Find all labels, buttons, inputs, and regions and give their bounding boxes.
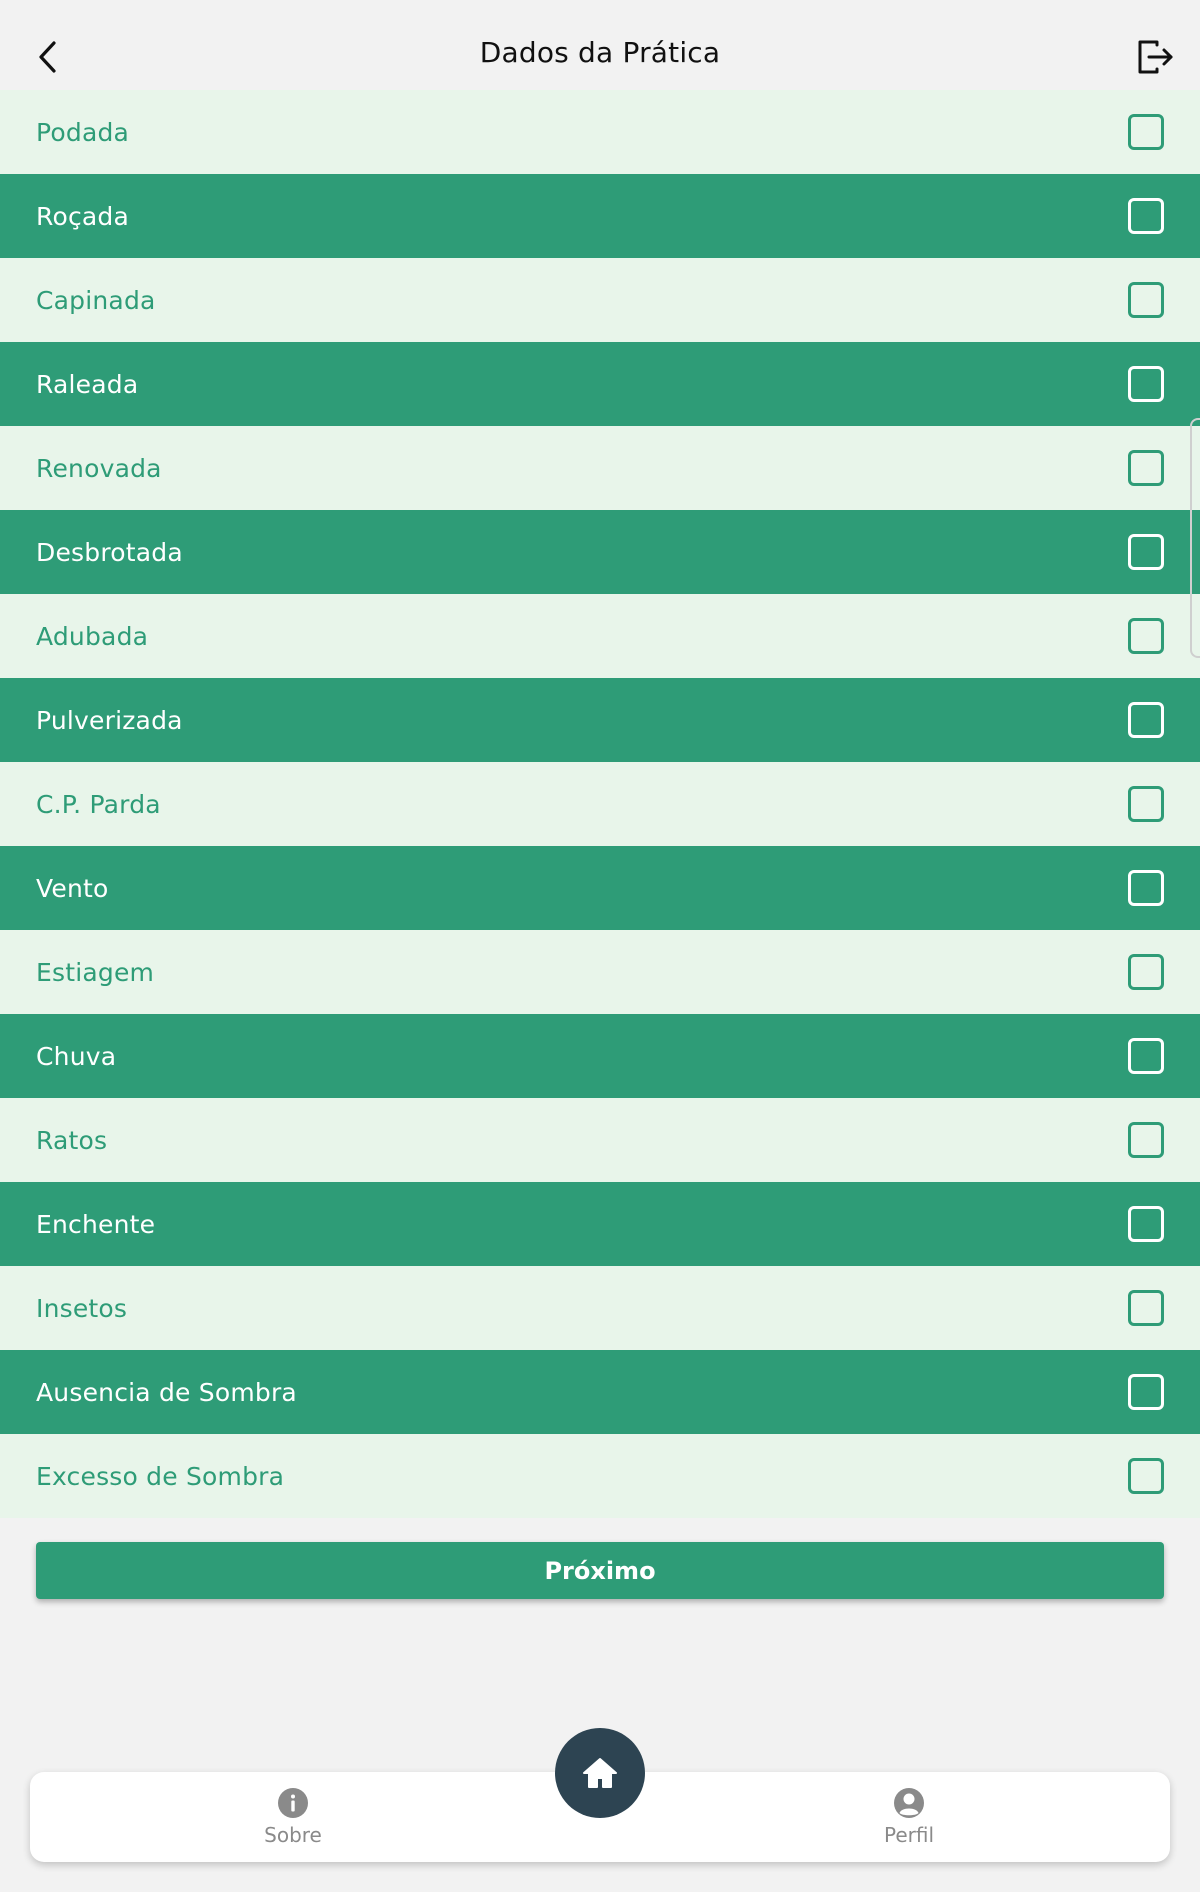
- list-item[interactable]: Capinada: [0, 258, 1200, 342]
- item-label: Capinada: [36, 285, 156, 315]
- list-item[interactable]: C.P. Parda: [0, 762, 1200, 846]
- item-label: Insetos: [36, 1293, 128, 1323]
- list-item[interactable]: Desbrotada: [0, 510, 1200, 594]
- nav-perfil[interactable]: Perfil: [829, 1772, 989, 1862]
- item-label: Desbrotada: [36, 537, 183, 567]
- checkbox[interactable]: [1128, 1458, 1164, 1494]
- checkbox[interactable]: [1128, 366, 1164, 402]
- list-item[interactable]: Vento: [0, 846, 1200, 930]
- checkbox[interactable]: [1128, 198, 1164, 234]
- item-label: Vento: [36, 873, 109, 903]
- home-icon: [583, 1758, 617, 1788]
- item-label: Podada: [36, 117, 130, 147]
- checkbox[interactable]: [1128, 1122, 1164, 1158]
- checkbox[interactable]: [1128, 786, 1164, 822]
- home-button[interactable]: [555, 1728, 645, 1818]
- item-label: Pulverizada: [36, 705, 183, 735]
- checkbox[interactable]: [1128, 702, 1164, 738]
- checkbox[interactable]: [1128, 1206, 1164, 1242]
- list-item[interactable]: Pulverizada: [0, 678, 1200, 762]
- logout-button[interactable]: [1132, 34, 1178, 80]
- info-icon: [278, 1788, 308, 1818]
- item-label: Excesso de Sombra: [36, 1461, 285, 1491]
- list-item[interactable]: Roçada: [0, 174, 1200, 258]
- checkbox[interactable]: [1128, 534, 1164, 570]
- item-label: Adubada: [36, 621, 149, 651]
- checkbox[interactable]: [1128, 114, 1164, 150]
- scrollbar[interactable]: [1190, 418, 1200, 658]
- logout-icon: [1138, 40, 1173, 74]
- checkbox[interactable]: [1128, 1290, 1164, 1326]
- checkbox[interactable]: [1128, 282, 1164, 318]
- list-item[interactable]: Insetos: [0, 1266, 1200, 1350]
- checkbox[interactable]: [1128, 1374, 1164, 1410]
- nav-sobre-label: Sobre: [264, 1823, 322, 1847]
- item-label: Chuva: [36, 1041, 117, 1071]
- app-header: Dados da Prática: [0, 0, 1200, 90]
- item-label: Roçada: [36, 201, 129, 231]
- item-label: Ausencia de Sombra: [36, 1377, 297, 1407]
- checkbox[interactable]: [1128, 618, 1164, 654]
- list-item[interactable]: Renovada: [0, 426, 1200, 510]
- list-item[interactable]: Podada: [0, 90, 1200, 174]
- next-button[interactable]: Próximo: [36, 1542, 1164, 1599]
- practice-options-list: Podada Roçada Capinada Raleada Renovada …: [0, 90, 1200, 1518]
- checkbox[interactable]: [1128, 870, 1164, 906]
- user-icon: [894, 1788, 924, 1818]
- nav-sobre[interactable]: Sobre: [213, 1772, 373, 1862]
- item-label: Enchente: [36, 1209, 156, 1239]
- list-item[interactable]: Estiagem: [0, 930, 1200, 1014]
- checkbox[interactable]: [1128, 954, 1164, 990]
- page-title: Dados da Prática: [479, 36, 721, 69]
- list-item[interactable]: Ratos: [0, 1098, 1200, 1182]
- item-label: Ratos: [36, 1125, 108, 1155]
- list-item[interactable]: Chuva: [0, 1014, 1200, 1098]
- checkbox[interactable]: [1128, 1038, 1164, 1074]
- list-item[interactable]: Adubada: [0, 594, 1200, 678]
- item-label: C.P. Parda: [36, 789, 161, 819]
- item-label: Estiagem: [36, 957, 155, 987]
- list-item[interactable]: Enchente: [0, 1182, 1200, 1266]
- checkbox[interactable]: [1128, 450, 1164, 486]
- item-label: Renovada: [36, 453, 162, 483]
- item-label: Raleada: [36, 369, 139, 399]
- list-item[interactable]: Raleada: [0, 342, 1200, 426]
- list-item[interactable]: Excesso de Sombra: [0, 1434, 1200, 1518]
- nav-perfil-label: Perfil: [883, 1823, 935, 1847]
- list-item[interactable]: Ausencia de Sombra: [0, 1350, 1200, 1434]
